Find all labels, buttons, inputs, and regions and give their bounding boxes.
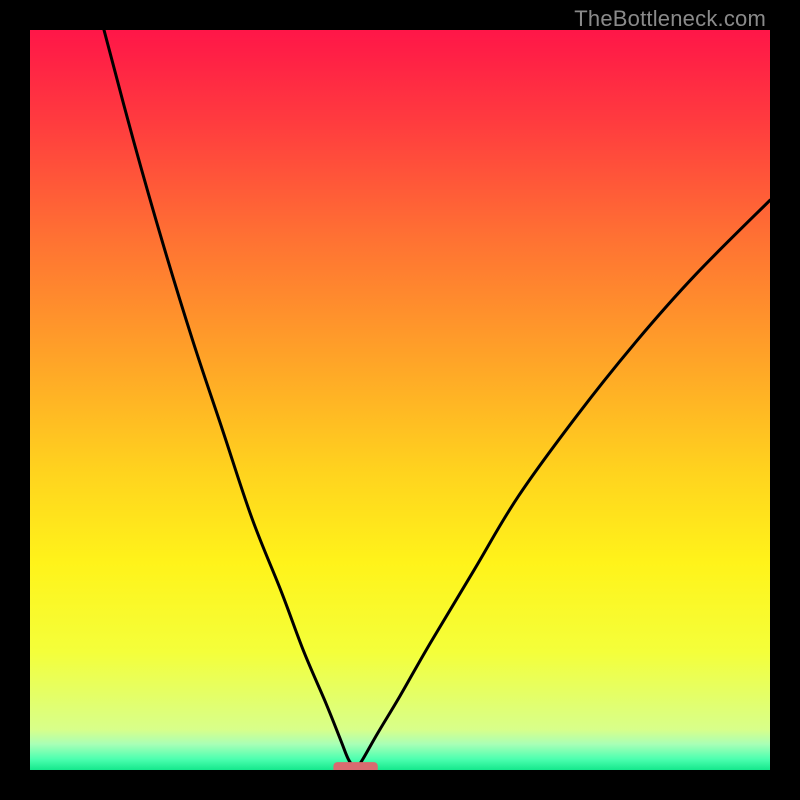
chart-background [30,30,770,770]
watermark-text: TheBottleneck.com [574,6,766,32]
chart-frame [30,30,770,770]
cusp-marker [333,762,377,770]
chart-svg [30,30,770,770]
